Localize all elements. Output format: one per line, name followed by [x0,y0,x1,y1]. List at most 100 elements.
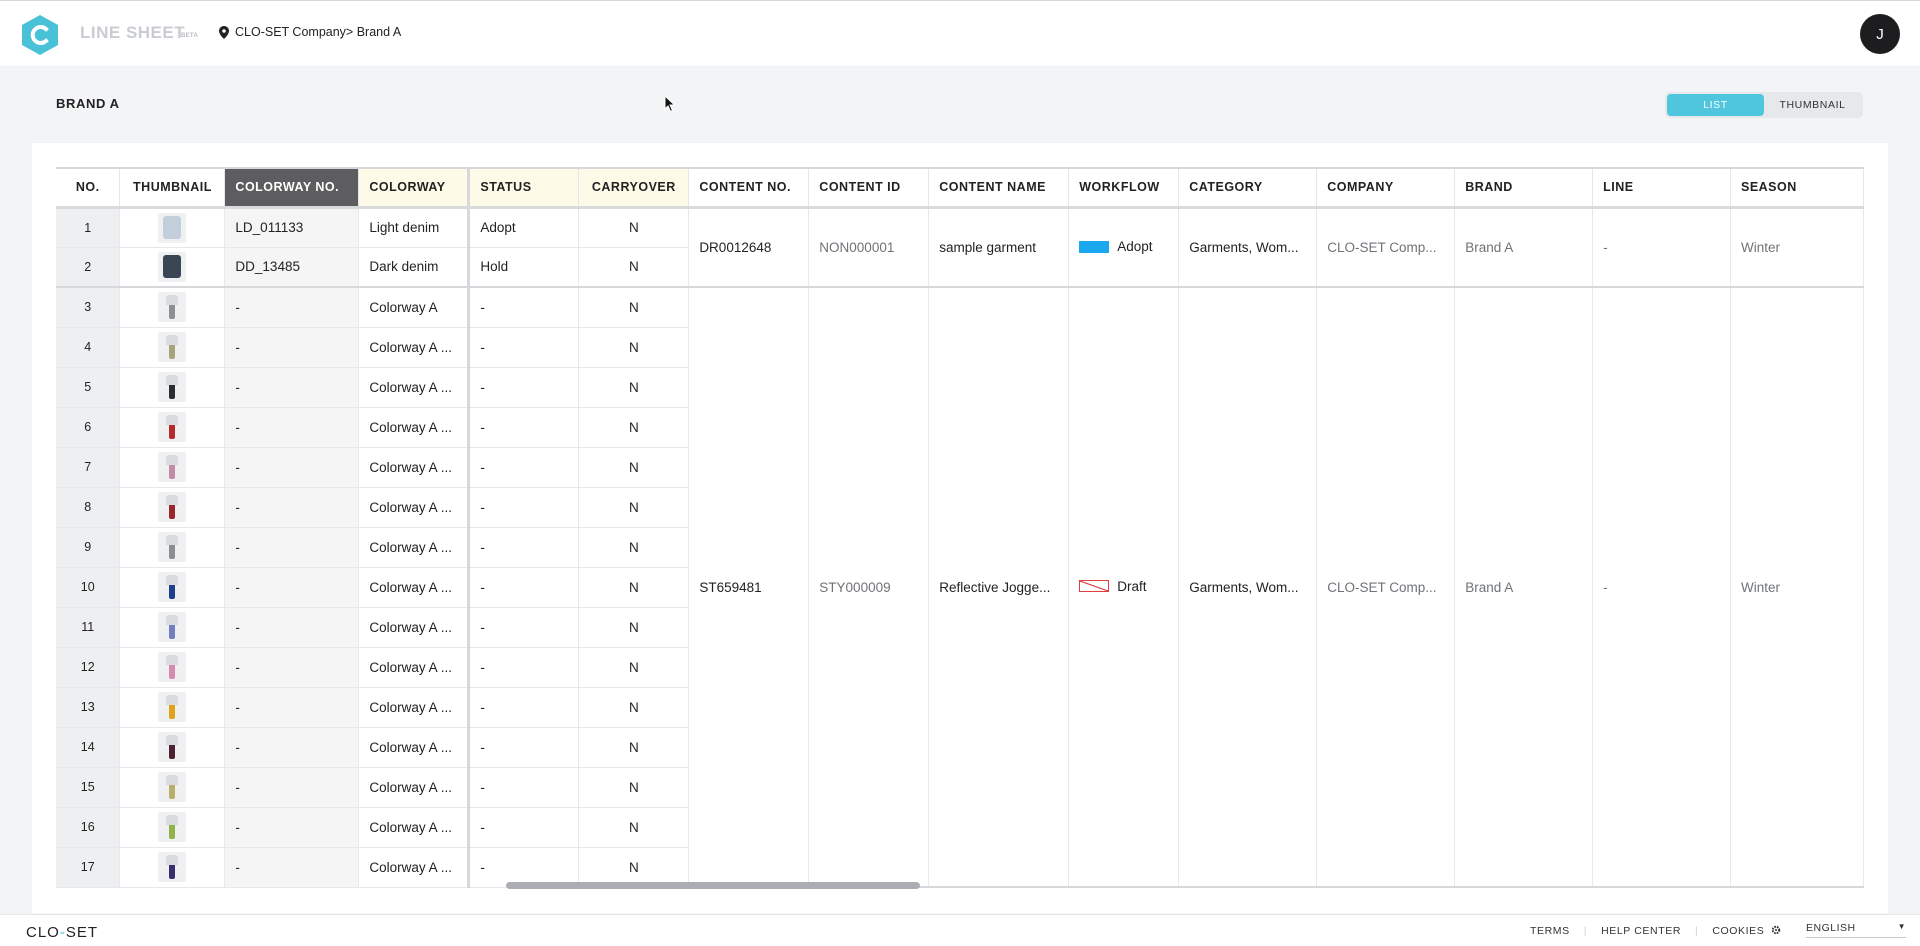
carryover-cell[interactable]: N [578,367,690,408]
col-header-status[interactable]: STATUS [468,169,580,209]
carryover-cell[interactable]: N [578,407,690,448]
carryover-cell[interactable]: N [578,207,690,248]
workflow-cell[interactable]: Draft [1068,287,1180,888]
status-cell[interactable]: Hold [468,247,580,288]
status-cell[interactable]: - [468,447,580,488]
content-name-cell[interactable]: sample garment [928,207,1070,288]
colorway-cell[interactable]: Colorway A ... [358,407,471,448]
season-cell[interactable]: Winter [1730,287,1864,888]
colorway-no-cell[interactable]: - [224,327,360,368]
colorway-no-cell[interactable]: - [224,447,360,488]
content-name-cell[interactable]: Reflective Jogge... [928,287,1070,888]
carryover-cell[interactable]: N [578,647,690,688]
status-cell[interactable]: - [468,367,580,408]
thumbnail-cell[interactable] [119,647,226,688]
help-center-link[interactable]: HELP CENTER [1601,925,1681,937]
footer-logo[interactable]: CLO-SET [26,924,98,941]
col-header-company[interactable]: COMPANY [1316,169,1456,209]
avatar[interactable]: J [1860,14,1900,54]
category-cell[interactable]: Garments, Wom... [1178,287,1318,888]
carryover-cell[interactable]: N [578,847,690,888]
colorway-cell[interactable]: Colorway A ... [358,687,471,728]
colorway-no-cell[interactable]: LD_011133 [224,207,360,248]
content-id-cell[interactable]: NON000001 [808,207,930,288]
colorway-no-cell[interactable]: - [224,287,360,328]
colorway-cell[interactable]: Colorway A ... [358,807,471,848]
colorway-cell[interactable]: Colorway A ... [358,367,471,408]
content-id-cell[interactable]: STY000009 [808,287,930,888]
carryover-cell[interactable]: N [578,527,690,568]
status-cell[interactable]: - [468,287,580,328]
status-cell[interactable]: - [468,407,580,448]
table-row[interactable]: 3- Colorway A - N ST659481 STY000009 Reflectiv… [56,287,1864,888]
carryover-cell[interactable]: N [578,687,690,728]
thumbnail-cell[interactable] [119,607,226,648]
content-no-cell[interactable]: ST659481 [688,287,810,888]
colorway-no-cell[interactable]: - [224,567,360,608]
thumbnail-cell[interactable] [119,727,226,768]
colorway-cell[interactable]: Colorway A ... [358,767,471,808]
colorway-cell[interactable]: Colorway A ... [358,527,471,568]
carryover-cell[interactable]: N [578,487,690,528]
horizontal-scrollbar[interactable] [506,882,920,889]
colorway-no-cell[interactable]: - [224,687,360,728]
colorway-no-cell[interactable]: - [224,847,360,888]
carryover-cell[interactable]: N [578,607,690,648]
colorway-cell[interactable]: Colorway A ... [358,847,471,888]
status-cell[interactable]: - [468,647,580,688]
colorway-cell[interactable]: Colorway A ... [358,607,471,648]
colorway-cell[interactable]: Colorway A ... [358,487,471,528]
status-cell[interactable]: Adopt [468,207,580,248]
breadcrumb[interactable]: CLO-SET Company> Brand A [219,25,401,39]
brand-cell[interactable]: Brand A [1454,287,1594,888]
carryover-cell[interactable]: N [578,447,690,488]
carryover-cell[interactable]: N [578,767,690,808]
colorway-no-cell[interactable]: - [224,647,360,688]
terms-link[interactable]: TERMS [1530,925,1570,937]
season-cell[interactable]: Winter [1730,207,1864,288]
carryover-cell[interactable]: N [578,567,690,608]
thumbnail-cell[interactable] [119,487,226,528]
status-cell[interactable]: - [468,607,580,648]
col-header-colorway-no[interactable]: COLORWAY NO. [224,169,360,209]
col-header-colorway[interactable]: COLORWAY [358,169,471,209]
colorway-no-cell[interactable]: - [224,527,360,568]
list-view-button[interactable]: LIST [1667,94,1764,116]
thumbnail-cell[interactable] [119,287,226,328]
colorway-cell[interactable]: Colorway A ... [358,327,471,368]
colorway-no-cell[interactable]: - [224,367,360,408]
workflow-cell[interactable]: Adopt [1068,207,1180,288]
thumbnail-cell[interactable] [119,367,226,408]
thumbnail-cell[interactable] [119,407,226,448]
colorway-cell[interactable]: Colorway A ... [358,647,471,688]
status-cell[interactable]: - [468,327,580,368]
colorway-no-cell[interactable]: - [224,407,360,448]
status-cell[interactable]: - [468,487,580,528]
col-header-workflow[interactable]: WORKFLOW [1068,169,1180,209]
thumbnail-cell[interactable] [119,207,226,248]
line-cell[interactable]: - [1592,287,1731,888]
carryover-cell[interactable]: N [578,287,690,328]
thumbnail-cell[interactable] [119,767,226,808]
breadcrumb-text[interactable]: CLO-SET Company> Brand A [235,25,401,39]
status-cell[interactable]: - [468,567,580,608]
thumbnail-cell[interactable] [119,807,226,848]
line-sheet-grid[interactable]: NO. THUMBNAIL COLORWAY NO. COLORWAY STAT… [56,167,1864,890]
col-header-thumbnail[interactable]: THUMBNAIL [119,169,226,209]
col-header-season[interactable]: SEASON [1730,169,1864,209]
thumbnail-cell[interactable] [119,327,226,368]
colorway-cell[interactable]: Dark denim [358,247,471,288]
col-header-content-name[interactable]: CONTENT NAME [928,169,1070,209]
col-header-carryover[interactable]: CARRYOVER [578,169,690,209]
col-header-category[interactable]: CATEGORY [1178,169,1318,209]
colorway-no-cell[interactable]: - [224,727,360,768]
carryover-cell[interactable]: N [578,327,690,368]
thumbnail-view-button[interactable]: THUMBNAIL [1764,94,1861,116]
colorway-no-cell[interactable]: - [224,807,360,848]
content-no-cell[interactable]: DR0012648 [688,207,810,288]
col-header-no[interactable]: NO. [56,169,121,209]
table-row[interactable]: 1 LD_011133 Light denim Adopt N DR0012648 NON0… [56,207,1864,288]
carryover-cell[interactable]: N [578,807,690,848]
status-cell[interactable]: - [468,767,580,808]
colorway-no-cell[interactable]: - [224,487,360,528]
